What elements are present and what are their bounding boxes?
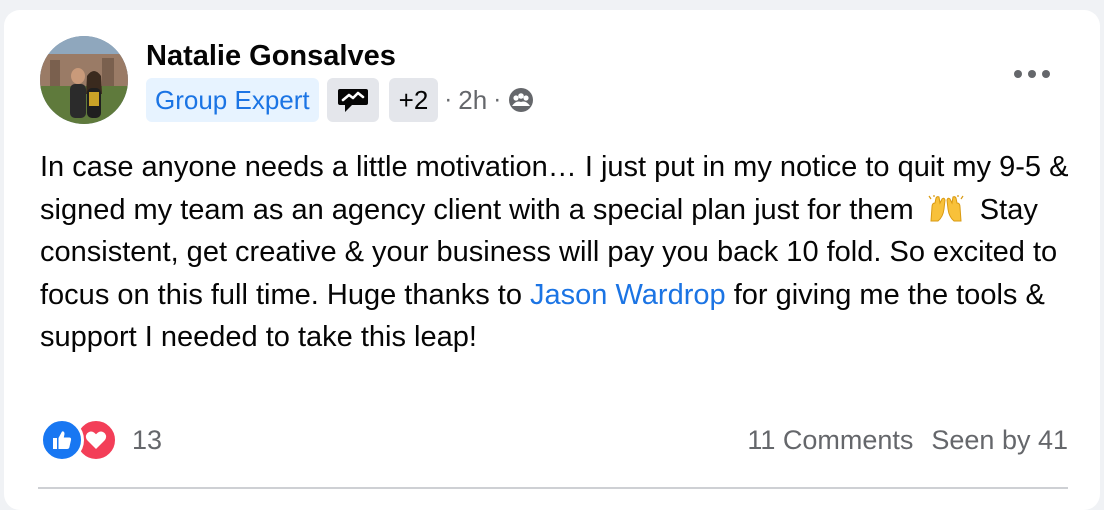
post-text-part1: In case anyone needs a little motivation…: [40, 151, 1069, 226]
conversation-starter-icon[interactable]: [326, 78, 379, 122]
author-meta-row: Group Expert +2 · 2h ·: [146, 78, 535, 122]
reactions-summary[interactable]: 13: [40, 418, 162, 462]
post-card: Natalie Gonsalves Group Expert +2 · 2h ·: [4, 10, 1100, 510]
more-badges-button[interactable]: +2: [388, 78, 439, 122]
engagement-counts: 11 Comments Seen by 41: [747, 418, 1068, 462]
more-options-icon[interactable]: [1008, 56, 1056, 92]
avatar-photo: [40, 36, 128, 124]
divider: [38, 487, 1068, 489]
separator-dot: ·: [493, 86, 502, 113]
group-members-icon[interactable]: [507, 86, 535, 114]
reaction-count: 13: [132, 424, 163, 455]
mention-link[interactable]: Jason Wardrop: [530, 279, 726, 311]
author-avatar[interactable]: [40, 36, 128, 124]
raising-hands-emoji-icon: [928, 193, 964, 221]
author-name[interactable]: Natalie Gonsalves: [146, 40, 396, 73]
like-reaction-icon: [40, 418, 84, 462]
separator-dot: ·: [444, 86, 453, 113]
post-timestamp[interactable]: 2h: [458, 85, 487, 116]
group-expert-badge[interactable]: Group Expert: [146, 78, 319, 122]
seen-by-count[interactable]: Seen by 41: [931, 425, 1068, 456]
comments-count-link[interactable]: 11 Comments: [747, 425, 913, 456]
post-body: In case anyone needs a little motivation…: [40, 146, 1080, 359]
